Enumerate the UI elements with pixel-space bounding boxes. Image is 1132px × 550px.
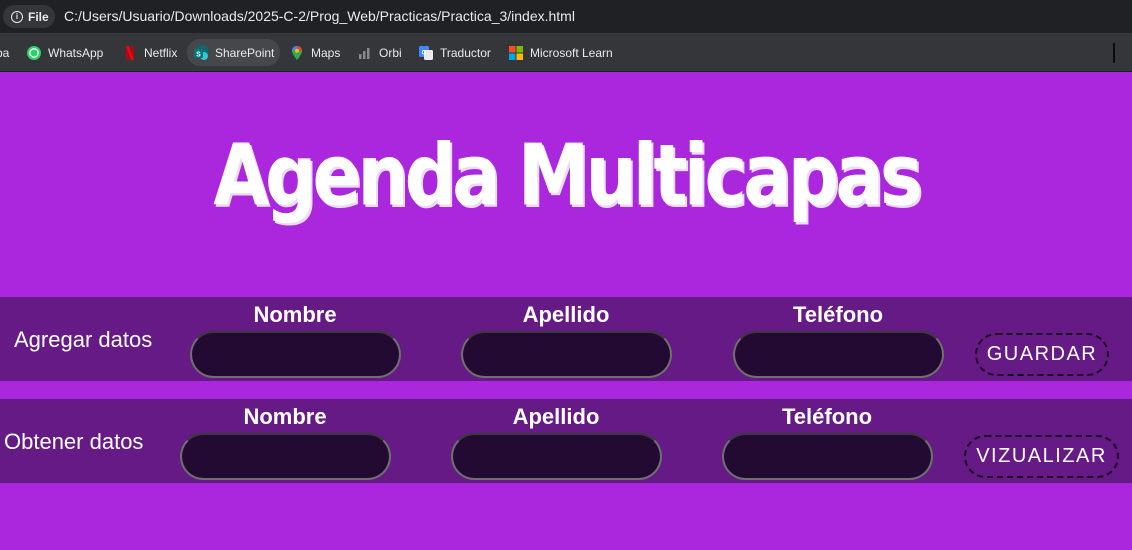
maps-icon xyxy=(289,45,305,61)
get-phone-input[interactable] xyxy=(722,433,933,480)
get-name-input[interactable] xyxy=(180,433,391,480)
bookmark-label: SharePoint xyxy=(215,45,275,60)
add-phone-input[interactable] xyxy=(733,331,944,378)
svg-text:G: G xyxy=(422,50,427,56)
bookmark-label: Maps xyxy=(311,45,341,60)
bookmark-label: Orbi xyxy=(379,45,402,60)
netflix-icon xyxy=(122,45,138,61)
bookmark-microsoft-learn[interactable]: Microsoft Learn xyxy=(504,39,617,66)
visualize-button[interactable]: VIZUALIZAR xyxy=(964,435,1119,478)
get-surname-input[interactable] xyxy=(451,433,662,480)
site-info-chip[interactable]: i File xyxy=(3,5,55,28)
add-section-label: Agregar datos xyxy=(14,327,153,352)
bookmark-label: ba xyxy=(0,45,10,60)
bookmark-label: Netflix xyxy=(144,45,178,60)
browser-address-bar: i File C:/Users/Usuario/Downloads/2025-C… xyxy=(0,0,1132,33)
add-surname-label: Apellido xyxy=(522,302,610,327)
page-content: Agenda Multicapas Agregar datos Nombre A… xyxy=(0,73,1132,550)
bookmark-whatsapp[interactable]: WhatsApp xyxy=(22,39,107,66)
add-surname-input[interactable] xyxy=(461,331,672,378)
add-data-section: Agregar datos Nombre Apellido Teléfono G… xyxy=(0,297,1132,381)
sharepoint-icon: S xyxy=(193,44,209,61)
add-name-label: Nombre xyxy=(253,302,337,327)
whatsapp-icon xyxy=(26,45,42,61)
bookmark-orbi[interactable]: Orbi xyxy=(353,39,406,66)
microsoft-icon xyxy=(508,45,524,61)
bookmark-sharepoint[interactable]: S SharePoint xyxy=(187,39,281,66)
get-name-label: Nombre xyxy=(243,404,327,429)
translate-icon: G xyxy=(418,45,434,61)
bookmark-label: Microsoft Learn xyxy=(530,45,613,60)
page-title: Agenda Multicapas xyxy=(213,125,922,225)
get-surname-label: Apellido xyxy=(512,404,600,429)
add-name-input[interactable] xyxy=(190,331,401,378)
file-chip-label: File xyxy=(28,9,49,24)
bookmark-partial[interactable]: ba xyxy=(0,39,13,66)
bookmarks-divider xyxy=(1113,43,1115,63)
url-text[interactable]: C:/Users/Usuario/Downloads/2025-C-2/Prog… xyxy=(64,8,575,24)
bookmark-label: WhatsApp xyxy=(48,45,104,60)
bookmark-maps[interactable]: Maps xyxy=(285,39,344,66)
info-icon: i xyxy=(11,10,23,23)
bookmark-netflix[interactable]: Netflix xyxy=(118,39,181,66)
get-section-label: Obtener datos xyxy=(4,429,144,454)
get-data-section: Obtener datos Nombre Apellido Teléfono V… xyxy=(0,399,1132,483)
orbi-icon xyxy=(357,45,373,61)
bookmark-traductor[interactable]: G Traductor xyxy=(414,39,495,66)
get-phone-label: Teléfono xyxy=(781,404,873,429)
add-phone-label: Teléfono xyxy=(792,302,884,327)
save-button[interactable]: GUARDAR xyxy=(975,333,1109,376)
bookmark-label: Traductor xyxy=(440,45,491,60)
svg-text:S: S xyxy=(196,51,201,58)
bookmarks-bar: ba WhatsApp Netflix S SharePoint Maps Or… xyxy=(0,33,1132,72)
